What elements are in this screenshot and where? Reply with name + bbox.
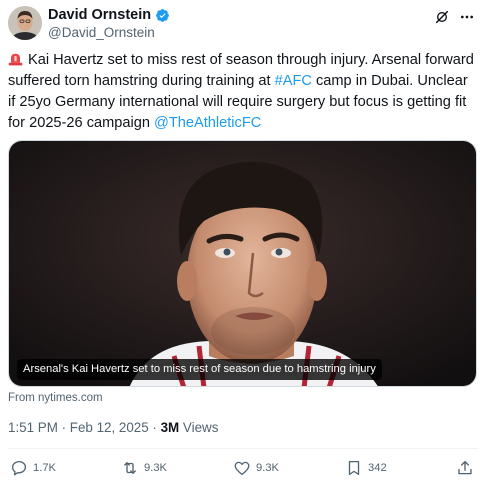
like-button[interactable]: 9.3K	[233, 459, 279, 477]
share-icon	[458, 460, 472, 475]
reply-count: 1.7K	[33, 462, 57, 474]
tweet-header: David Ornstein @David_Ornstein	[8, 6, 476, 42]
link-card-media[interactable]: Arsenal's Kai Havertz set to miss rest o…	[8, 140, 477, 387]
tweet-actions: 1.7K 9.3K 9.3K 342	[0, 459, 484, 481]
mention-link[interactable]: @TheAthleticFC	[154, 115, 261, 131]
author-display-name[interactable]: David Ornstein	[48, 7, 151, 24]
more-options-icon[interactable]	[458, 9, 476, 25]
player-photo	[9, 141, 476, 386]
tweet-timestamp[interactable]: 1:51 PM · Feb 12, 2025 ·	[8, 420, 161, 435]
verified-badge-icon	[156, 9, 170, 22]
link-source[interactable]: From nytimes.com	[8, 392, 103, 404]
bookmark-count: 342	[368, 462, 387, 474]
repost-icon	[124, 462, 136, 474]
grok-icon[interactable]	[434, 9, 450, 25]
author-handle[interactable]: @David_Ornstein	[48, 25, 155, 41]
bookmark-icon	[348, 460, 360, 476]
heart-icon	[234, 461, 250, 476]
hashtag-link[interactable]: #AFC	[275, 73, 312, 89]
reply-icon	[11, 460, 27, 476]
views-count: 3M	[160, 420, 180, 435]
author-name-row: David Ornstein	[48, 7, 170, 24]
avatar-image	[8, 6, 42, 40]
avatar[interactable]	[8, 6, 42, 40]
tweet-text: Kai Havertz set to miss rest of season t…	[8, 50, 478, 134]
siren-emoji-icon	[8, 53, 23, 66]
views-label: Views	[179, 420, 219, 435]
share-button[interactable]	[456, 459, 474, 477]
repost-button[interactable]: 9.3K	[121, 459, 167, 477]
tweet-meta: 1:51 PM · Feb 12, 2025 · 3M Views	[8, 420, 218, 435]
like-count: 9.3K	[256, 462, 280, 474]
bookmark-button[interactable]: 342	[345, 459, 387, 477]
reply-button[interactable]: 1.7K	[10, 459, 56, 477]
actions-divider	[8, 448, 478, 449]
repost-count: 9.3K	[144, 462, 168, 474]
media-caption: Arsenal's Kai Havertz set to miss rest o…	[17, 359, 382, 380]
